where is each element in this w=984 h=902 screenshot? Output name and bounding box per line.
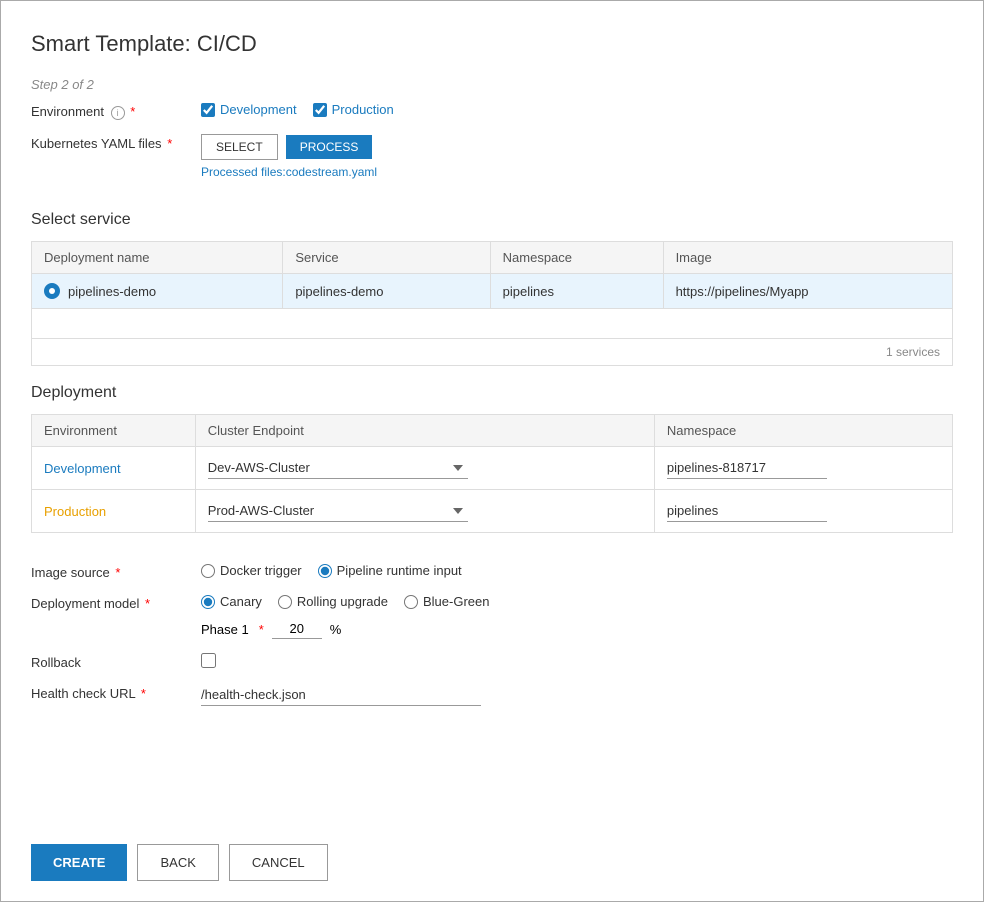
step-label: Step 2 of 2 [31, 77, 953, 92]
phase-label: Phase 1 [201, 622, 249, 637]
deployment-title: Deployment [31, 384, 953, 402]
deployment-model-controls: Canary Rolling upgrade Blue-Green Phase … [201, 594, 489, 639]
col-namespace: Namespace [490, 242, 663, 274]
deploy-row-prod: Production Prod-AWS-Cluster [32, 490, 953, 533]
health-check-label: Health check URL * [31, 684, 201, 701]
env-dev-label: Development [44, 461, 121, 476]
rollback-checkbox[interactable] [201, 653, 216, 668]
create-button[interactable]: CREATE [31, 844, 127, 881]
process-button[interactable]: PROCESS [286, 135, 373, 159]
cancel-button[interactable]: CANCEL [229, 844, 328, 881]
namespace-dev-input[interactable] [667, 457, 827, 479]
cluster-dev-cell: Dev-AWS-Cluster [195, 447, 654, 490]
row-radio-icon [44, 283, 60, 299]
image-source-options: Docker trigger Pipeline runtime input [201, 563, 462, 578]
radio-docker[interactable]: Docker trigger [201, 563, 302, 578]
cluster-dev-select[interactable]: Dev-AWS-Cluster [208, 457, 468, 479]
environment-checkboxes: Development Production [201, 102, 394, 117]
col-service: Service [283, 242, 490, 274]
cell-service: pipelines-demo [283, 274, 490, 309]
rollback-row: Rollback [31, 653, 953, 670]
deploy-col-cluster: Cluster Endpoint [195, 415, 654, 447]
health-check-input[interactable] [201, 684, 481, 706]
form-fields: Image source * Docker trigger Pipeline r… [31, 545, 953, 720]
image-source-label: Image source * [31, 563, 201, 580]
radio-pipeline[interactable]: Pipeline runtime input [318, 563, 462, 578]
deploy-row-dev: Development Dev-AWS-Cluster [32, 447, 953, 490]
deploy-col-ns: Namespace [654, 415, 952, 447]
checkbox-development[interactable]: Development [201, 102, 297, 117]
radio-blue-green[interactable]: Blue-Green [404, 594, 489, 609]
deployment-table: Environment Cluster Endpoint Namespace D… [31, 414, 953, 533]
deployment-model-row: Deployment model * Canary Rolling upgrad… [31, 594, 953, 639]
image-source-row: Image source * Docker trigger Pipeline r… [31, 563, 953, 580]
table-empty-row [32, 309, 953, 339]
kubernetes-label: Kubernetes YAML files * [31, 134, 201, 151]
cell-namespace: pipelines [490, 274, 663, 309]
ns-dev-cell [654, 447, 952, 490]
select-service-title: Select service [31, 211, 953, 229]
service-table: Deployment name Service Namespace Image … [31, 241, 953, 339]
rollback-control [201, 653, 216, 668]
radio-canary[interactable]: Canary [201, 594, 262, 609]
col-deployment-name: Deployment name [32, 242, 283, 274]
radio-rolling[interactable]: Rolling upgrade [278, 594, 388, 609]
kubernetes-controls: SELECT PROCESS Processed files:codestrea… [201, 134, 377, 179]
rollback-label: Rollback [31, 653, 201, 670]
env-prod-label: Production [44, 504, 106, 519]
phase-unit: % [330, 622, 342, 637]
footer-buttons: CREATE BACK CANCEL [31, 814, 953, 881]
info-icon[interactable]: i [111, 106, 125, 120]
table-row[interactable]: pipelines-demo pipelines-demo pipelines … [32, 274, 953, 309]
back-button[interactable]: BACK [137, 844, 218, 881]
cluster-prod-select[interactable]: Prod-AWS-Cluster [208, 500, 468, 522]
deployment-model-label: Deployment model * [31, 594, 201, 611]
health-check-row: Health check URL * [31, 684, 953, 706]
select-button[interactable]: SELECT [201, 134, 278, 160]
environment-label: Environment i * [31, 102, 201, 120]
deploy-col-env: Environment [32, 415, 196, 447]
cell-image: https://pipelines/Myapp [663, 274, 952, 309]
namespace-prod-input[interactable] [667, 500, 827, 522]
col-image: Image [663, 242, 952, 274]
page-title: Smart Template: CI/CD [31, 31, 953, 57]
phase-input[interactable] [272, 619, 322, 639]
checkbox-production[interactable]: Production [313, 102, 394, 117]
environment-row: Environment i * Development Production [31, 102, 953, 120]
modal-container: Smart Template: CI/CD Step 2 of 2 Enviro… [0, 0, 984, 902]
cluster-prod-cell: Prod-AWS-Cluster [195, 490, 654, 533]
processed-files-text: Processed files:codestream.yaml [201, 165, 377, 179]
ns-prod-cell [654, 490, 952, 533]
services-count: 1 services [31, 339, 953, 366]
cell-radio: pipelines-demo [32, 274, 283, 309]
kubernetes-row: Kubernetes YAML files * SELECT PROCESS P… [31, 134, 953, 179]
